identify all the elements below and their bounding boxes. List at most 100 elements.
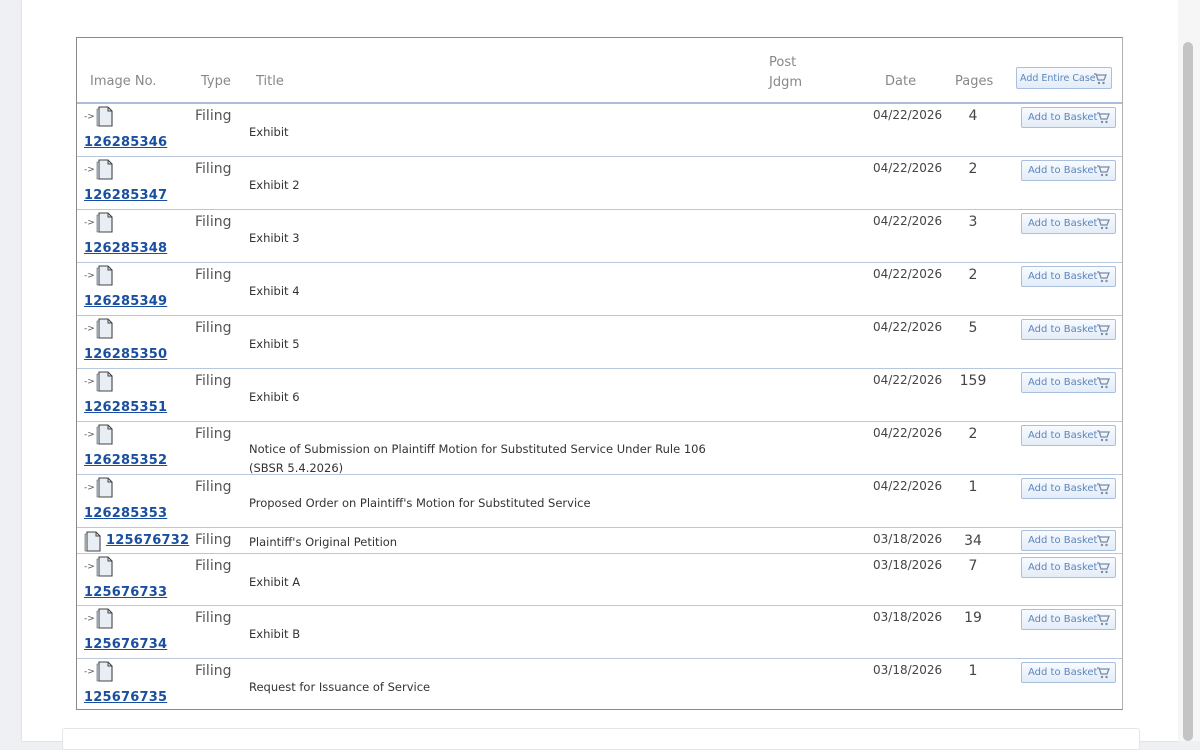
header-post-jdgm: Post Jdgm bbox=[769, 55, 803, 90]
cart-icon bbox=[1094, 73, 1107, 85]
date-cell: 04/22/2026 bbox=[873, 320, 943, 334]
row-arrow: -> bbox=[84, 430, 95, 440]
document-icon[interactable] bbox=[96, 212, 113, 233]
add-to-basket-button[interactable]: Add to Basket bbox=[1021, 160, 1116, 181]
date-cell: 04/22/2026 bbox=[873, 108, 943, 122]
next-section-card bbox=[62, 728, 1140, 750]
row-arrow: -> bbox=[84, 562, 95, 572]
image-number-link[interactable]: 125676733 bbox=[84, 585, 167, 600]
add-to-basket-label: Add to Basket bbox=[1028, 377, 1098, 388]
document-icon[interactable] bbox=[96, 424, 113, 445]
add-entire-case-button[interactable]: Add Entire Case bbox=[1016, 67, 1112, 89]
document-icon[interactable] bbox=[96, 477, 113, 498]
add-to-basket-label: Add to Basket bbox=[1028, 112, 1098, 123]
document-icon[interactable] bbox=[84, 531, 101, 552]
image-number-link[interactable]: 125676735 bbox=[84, 690, 167, 705]
title-cell: Exhibit B bbox=[249, 627, 301, 641]
add-to-basket-label: Add to Basket bbox=[1028, 535, 1098, 546]
add-to-basket-label: Add to Basket bbox=[1028, 483, 1098, 494]
table-row: -> 126285347 Filing Exhibit 2 04/22/2026 2 Add… bbox=[77, 157, 1122, 210]
cart-icon bbox=[1097, 614, 1110, 626]
add-to-basket-label: Add to Basket bbox=[1028, 271, 1098, 282]
image-number-link[interactable]: 126285346 bbox=[84, 135, 167, 150]
title-cell: Request for Issuance of Service bbox=[249, 680, 431, 694]
case-images-table: Image No. Type Title Post Jdgm Date Page… bbox=[76, 37, 1123, 710]
cart-icon bbox=[1097, 483, 1110, 495]
document-icon[interactable] bbox=[96, 265, 113, 286]
add-to-basket-label: Add to Basket bbox=[1028, 667, 1098, 678]
row-arrow: -> bbox=[84, 667, 95, 677]
image-number-link[interactable]: 126285353 bbox=[84, 506, 167, 521]
row-arrow: -> bbox=[84, 218, 95, 228]
add-to-basket-button[interactable]: Add to Basket bbox=[1021, 213, 1116, 234]
image-number-link[interactable]: 126285349 bbox=[84, 294, 167, 309]
table-row: 125676732 Filing Plaintiff's Original Peti… bbox=[77, 528, 1122, 554]
type-cell: Filing bbox=[195, 532, 232, 548]
cart-icon bbox=[1097, 535, 1110, 547]
cart-icon bbox=[1097, 324, 1110, 336]
row-arrow: -> bbox=[84, 112, 95, 122]
table-header: Image No. Type Title Post Jdgm Date Page… bbox=[77, 38, 1122, 104]
pages-cell: 1 bbox=[968, 479, 978, 495]
document-icon[interactable] bbox=[96, 159, 113, 180]
type-cell: Filing bbox=[195, 267, 232, 283]
image-number-link[interactable]: 126285352 bbox=[84, 453, 167, 468]
date-cell: 03/18/2026 bbox=[873, 663, 943, 677]
type-cell: Filing bbox=[195, 610, 232, 626]
add-entire-case-label: Add Entire Case bbox=[1020, 72, 1096, 84]
table-row: -> 125676733 Filing Exhibit A 03/18/2026 7 Add… bbox=[77, 554, 1122, 606]
image-number-link[interactable]: 125676734 bbox=[84, 637, 167, 652]
add-to-basket-button[interactable]: Add to Basket bbox=[1021, 372, 1116, 393]
header-title: Title bbox=[256, 74, 284, 89]
add-to-basket-label: Add to Basket bbox=[1028, 614, 1098, 625]
pages-cell: 7 bbox=[968, 558, 978, 574]
cart-icon bbox=[1097, 430, 1110, 442]
image-number-link[interactable]: 126285351 bbox=[84, 400, 167, 415]
document-icon[interactable] bbox=[96, 661, 113, 682]
date-cell: 04/22/2026 bbox=[873, 426, 943, 440]
image-number-link[interactable]: 126285347 bbox=[84, 188, 167, 203]
add-to-basket-label: Add to Basket bbox=[1028, 324, 1098, 335]
type-cell: Filing bbox=[195, 663, 232, 679]
image-number-link[interactable]: 126285348 bbox=[84, 241, 167, 256]
add-to-basket-button[interactable]: Add to Basket bbox=[1021, 266, 1116, 287]
pages-cell: 1 bbox=[968, 663, 978, 679]
row-arrow: -> bbox=[84, 483, 95, 493]
date-cell: 04/22/2026 bbox=[873, 267, 943, 281]
add-to-basket-button[interactable]: Add to Basket bbox=[1021, 609, 1116, 630]
scrollbar-thumb[interactable] bbox=[1183, 42, 1193, 741]
title-cell: Plaintiff's Original Petition bbox=[249, 535, 398, 549]
cart-icon bbox=[1097, 377, 1110, 389]
add-to-basket-button[interactable]: Add to Basket bbox=[1021, 319, 1116, 340]
add-to-basket-button[interactable]: Add to Basket bbox=[1021, 478, 1116, 499]
table-row: -> 126285349 Filing Exhibit 4 04/22/2026 2 Add… bbox=[77, 263, 1122, 316]
image-number-link[interactable]: 125676732 bbox=[106, 533, 189, 548]
pages-cell: 159 bbox=[959, 373, 987, 389]
row-arrow: -> bbox=[84, 271, 95, 281]
title-cell: Exhibit 2 bbox=[249, 178, 300, 192]
add-to-basket-button[interactable]: Add to Basket bbox=[1021, 530, 1116, 551]
table-row: -> 126285352 Filing Notice of Submission on… bbox=[77, 422, 1122, 475]
type-cell: Filing bbox=[195, 161, 232, 177]
add-to-basket-button[interactable]: Add to Basket bbox=[1021, 662, 1116, 683]
date-cell: 04/22/2026 bbox=[873, 214, 943, 228]
document-icon[interactable] bbox=[96, 556, 113, 577]
add-to-basket-label: Add to Basket bbox=[1028, 430, 1098, 441]
pages-cell: 34 bbox=[964, 533, 982, 549]
title-cell: Exhibit 5 bbox=[249, 337, 300, 351]
pages-cell: 2 bbox=[968, 161, 978, 177]
type-cell: Filing bbox=[195, 426, 232, 442]
document-icon[interactable] bbox=[96, 106, 113, 127]
row-arrow: -> bbox=[84, 324, 95, 334]
document-icon[interactable] bbox=[96, 318, 113, 339]
add-to-basket-button[interactable]: Add to Basket bbox=[1021, 557, 1116, 578]
document-icon[interactable] bbox=[96, 371, 113, 392]
image-number-link[interactable]: 126285350 bbox=[84, 347, 167, 362]
document-icon[interactable] bbox=[96, 608, 113, 629]
pages-cell: 3 bbox=[968, 214, 978, 230]
table-row: -> 125676734 Filing Exhibit B 03/18/2026 19 Ad… bbox=[77, 606, 1122, 659]
header-pages: Pages bbox=[955, 74, 994, 89]
type-cell: Filing bbox=[195, 558, 232, 574]
add-to-basket-button[interactable]: Add to Basket bbox=[1021, 107, 1116, 128]
add-to-basket-button[interactable]: Add to Basket bbox=[1021, 425, 1116, 446]
